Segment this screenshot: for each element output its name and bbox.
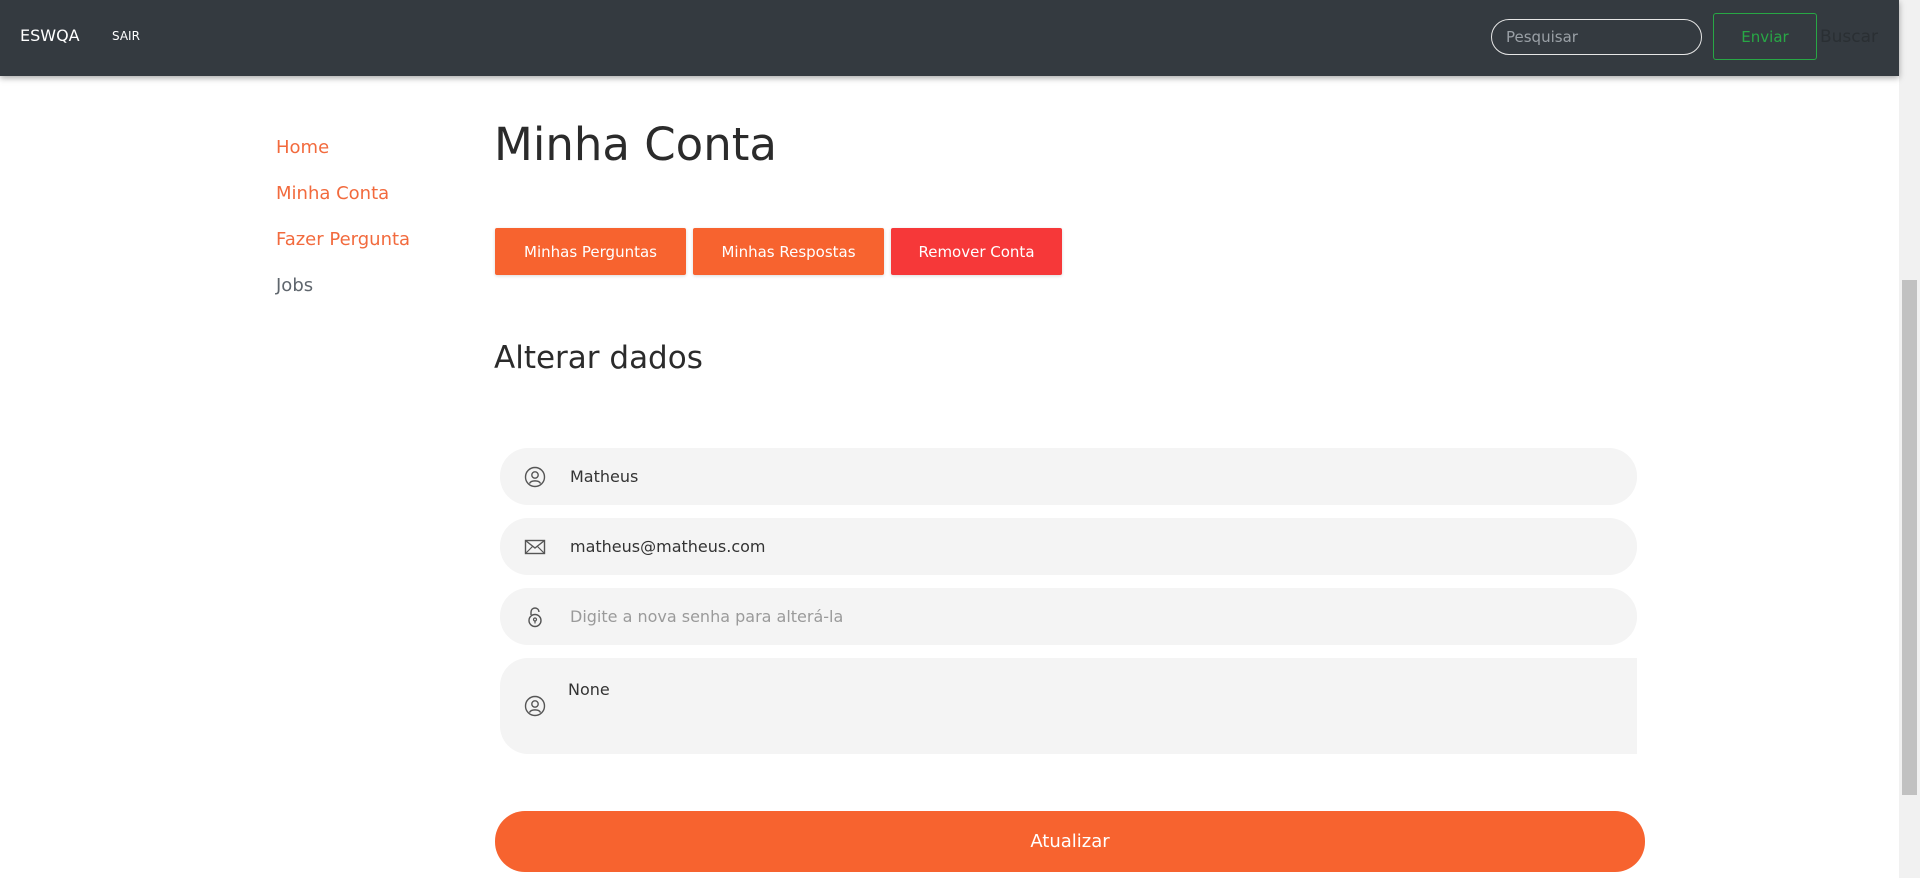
logout-link[interactable]: SAIR — [112, 29, 140, 43]
sidebar-item-ask-question[interactable]: Fazer Pergunta — [276, 224, 410, 270]
update-button[interactable]: Atualizar — [495, 811, 1645, 872]
page-title: Minha Conta — [494, 118, 777, 171]
top-navbar: ESWQA SAIR Enviar Buscar — [0, 0, 1899, 76]
account-actions: Minhas Perguntas Minhas Respostas Remove… — [495, 228, 1062, 275]
remove-account-button[interactable]: Remover Conta — [891, 228, 1062, 275]
user-icon — [524, 695, 546, 717]
user-icon — [524, 466, 546, 488]
page-scrollbar[interactable] — [1899, 0, 1920, 878]
my-answers-button[interactable]: Minhas Respostas — [693, 228, 884, 275]
search-label: Buscar — [1820, 27, 1879, 47]
brand-logo[interactable]: ESWQA — [20, 26, 80, 45]
sidebar-item-my-account[interactable]: Minha Conta — [276, 178, 410, 224]
envelope-icon — [524, 539, 546, 555]
submit-search-button[interactable]: Enviar — [1713, 13, 1817, 60]
search-input[interactable] — [1491, 19, 1702, 55]
bio-field-wrapper: None — [500, 658, 1637, 760]
email-field-wrapper — [500, 518, 1637, 575]
sidebar-nav: Home Minha Conta Fazer Pergunta Jobs — [276, 132, 410, 316]
password-field-wrapper — [500, 588, 1637, 645]
password-input[interactable] — [568, 588, 1608, 645]
sidebar-item-home[interactable]: Home — [276, 132, 410, 178]
my-questions-button[interactable]: Minhas Perguntas — [495, 228, 686, 275]
section-title-edit-data: Alterar dados — [494, 340, 703, 376]
bio-textarea[interactable]: None — [568, 680, 1608, 760]
name-input[interactable] — [568, 448, 1608, 505]
scrollbar-thumb[interactable] — [1902, 280, 1917, 795]
sidebar-item-jobs[interactable]: Jobs — [276, 270, 410, 316]
lock-icon — [528, 607, 542, 628]
name-field-wrapper — [500, 448, 1637, 505]
email-input[interactable] — [568, 518, 1608, 575]
